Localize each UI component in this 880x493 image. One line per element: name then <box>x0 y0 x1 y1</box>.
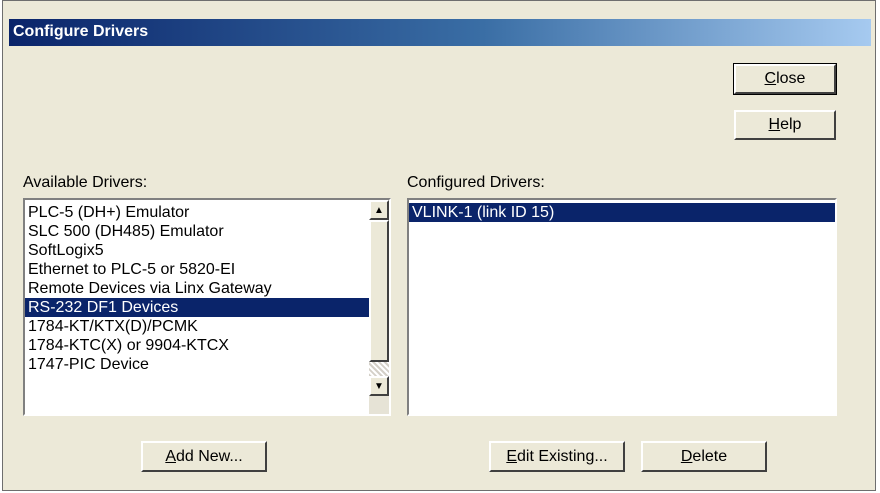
configured-drivers-list[interactable]: VLINK-1 (link ID 15) <box>407 198 837 416</box>
available-list-item[interactable]: PLC-5 (DH+) Emulator <box>25 203 369 222</box>
scroll-down-icon: ▼ <box>374 380 384 392</box>
available-drivers-items: PLC-5 (DH+) Emulator SLC 500 (DH485) Emul… <box>25 203 369 374</box>
close-button-accel: C <box>764 70 777 87</box>
add-new-button-label: dd New... <box>175 447 243 465</box>
scroll-down-button[interactable]: ▼ <box>369 376 389 396</box>
available-list-item[interactable]: SoftLogix5 <box>25 241 369 260</box>
close-button[interactable]: Close <box>733 63 837 95</box>
close-button-label: lose <box>776 70 806 87</box>
available-drivers-scrollbar[interactable]: ▲ ▼ <box>369 200 389 414</box>
help-button-accel: H <box>768 116 781 133</box>
available-list-item[interactable]: RS-232 DF1 Devices <box>25 298 369 317</box>
add-new-button-accel: A <box>165 447 176 465</box>
configure-drivers-window: Configure Drivers Close Help Available D… <box>2 0 876 491</box>
available-list-item[interactable]: SLC 500 (DH485) Emulator <box>25 222 369 241</box>
edit-existing-button-label: dit Existing... <box>516 447 608 465</box>
scroll-track[interactable] <box>369 362 389 376</box>
help-button-label: elp <box>780 116 802 133</box>
edit-existing-button-accel: E <box>506 447 517 465</box>
available-list-item[interactable]: Remote Devices via Linx Gateway <box>25 279 369 298</box>
dialog-body: Close Help Available Drivers: Configured… <box>9 46 871 487</box>
configured-list-item[interactable]: VLINK-1 (link ID 15) <box>409 203 835 222</box>
configured-drivers-label: Configured Drivers: <box>407 174 545 191</box>
scroll-up-button[interactable]: ▲ <box>369 200 389 220</box>
configured-drivers-items: VLINK-1 (link ID 15) <box>409 203 835 222</box>
delete-button-label: elete <box>692 447 728 465</box>
help-button[interactable]: Help <box>734 110 836 140</box>
available-list-item[interactable]: 1784-KT/KTX(D)/PCMK <box>25 317 369 336</box>
delete-button-accel: D <box>680 447 693 465</box>
available-list-item[interactable]: 1784-KTC(X) or 9904-KTCX <box>25 336 369 355</box>
available-list-item[interactable]: Ethernet to PLC-5 or 5820-EI <box>25 260 369 279</box>
scroll-thumb[interactable] <box>369 220 389 362</box>
edit-existing-button[interactable]: Edit Existing... <box>489 441 625 472</box>
delete-button[interactable]: Delete <box>641 441 767 472</box>
title-bar[interactable]: Configure Drivers <box>9 19 871 46</box>
available-list-item[interactable]: 1747-PIC Device <box>25 355 369 374</box>
available-drivers-label: Available Drivers: <box>23 174 148 191</box>
add-new-button[interactable]: Add New... <box>141 441 267 472</box>
available-drivers-list[interactable]: PLC-5 (DH+) Emulator SLC 500 (DH485) Emul… <box>23 198 391 416</box>
scroll-up-icon: ▲ <box>374 204 384 216</box>
window-title: Configure Drivers <box>13 23 149 40</box>
